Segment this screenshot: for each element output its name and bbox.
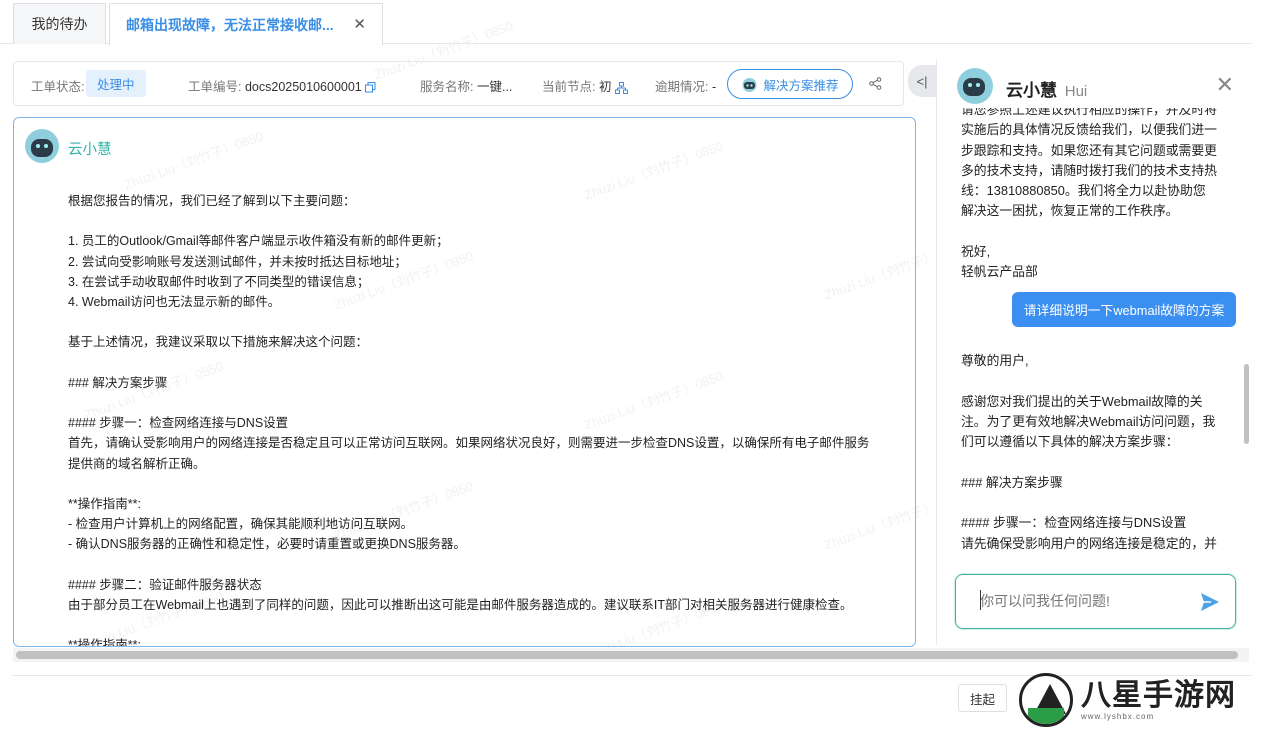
assistant-avatar — [25, 129, 59, 163]
solution-recommend-button[interactable]: 解决方案推荐 — [727, 69, 853, 99]
text-line — [68, 474, 888, 494]
tab-bar: 我的待办 邮箱出现故障，无法正常接收邮... ✕ — [0, 0, 1252, 45]
tab-close-icon[interactable]: ✕ — [353, 15, 366, 33]
text-line — [961, 452, 1217, 472]
text-line: 解决这一困扰，恢复正常的工作秩序。 — [961, 203, 1179, 219]
text-line: 尊敬的用户, — [961, 353, 1029, 368]
ticket-number: docs2025010600001 — [244, 80, 362, 94]
text-cursor — [980, 590, 981, 610]
text-line: 3. 在尝试手动收取邮件时收到了不同类型的错误信息； — [68, 274, 370, 289]
text-line — [961, 493, 1217, 513]
flow-icon[interactable] — [614, 81, 628, 94]
text-line — [68, 353, 888, 373]
status-field: 工单状态: — [31, 76, 84, 95]
number-label: 工单编号: — [188, 80, 242, 94]
scrollbar-thumb[interactable] — [16, 651, 1238, 659]
text-line: 注。为了更有效地解决Webmail访问问题，我 — [961, 413, 1216, 429]
chat-scrollbar[interactable] — [1244, 364, 1249, 444]
text-line: **操作指南**: — [68, 496, 141, 511]
text-line: 基于上述情况，我建议采取以下措施来解决这个问题： — [68, 335, 369, 350]
assistant-message: 请您参照上述建议执行相应的操作，并及时将实施后的具体情况反馈给我们，以便我们进一… — [961, 108, 1217, 283]
overdue-field: 逾期情况: - — [655, 76, 716, 95]
share-icon[interactable] — [869, 77, 882, 90]
panel-avatar — [957, 68, 993, 104]
logo-subtext: www.lyshbx.com — [1081, 711, 1155, 721]
status-badge: 处理中 — [86, 70, 146, 97]
status-label: 工单状态: — [31, 80, 85, 94]
text-line: #### 步骤二：验证邮件服务器状态 — [68, 577, 262, 592]
text-line — [68, 615, 888, 635]
text-line: 由于部分员工在Webmail上也遇到了同样的问题，因此可以推断出这可能是由邮件服… — [68, 597, 853, 612]
tab-ticket[interactable]: 邮箱出现故障，无法正常接收邮... ✕ — [109, 3, 383, 45]
ticket-info-bar: 工单状态: 处理中 工单编号: docs2025010600001 服务名称: … — [13, 61, 904, 106]
text-line — [68, 312, 888, 332]
overdue-label: 逾期情况: — [655, 80, 709, 94]
text-line: 实施后的具体情况反馈给我们，以便我们进一 — [961, 122, 1217, 138]
chat-input[interactable] — [980, 590, 1180, 612]
text-line: #### 步骤一：检查网络连接与DNS设置 — [68, 416, 289, 431]
text-line: - 检查用户计算机上的网络配置，确保其能顺利地访问互联网。 — [68, 517, 414, 532]
close-icon[interactable]: ✕ — [1216, 72, 1234, 98]
node-label: 当前节点: — [542, 80, 596, 94]
text-line: 首先，请确认受影响用户的网络连接是否稳定且可以正常访问互联网。如果网络状况良好，… — [68, 436, 870, 451]
robot-icon — [742, 77, 757, 92]
solution-recommend-label: 解决方案推荐 — [763, 78, 839, 93]
text-line: 请先确保受影响用户的网络连接是稳定的，并 — [961, 535, 1217, 551]
text-line: 提供商的域名解析正确。 — [68, 456, 206, 471]
text-line: 轻帆云产品部 — [961, 264, 1038, 280]
service-name: 一键... — [476, 80, 513, 94]
text-line: - 确认DNS服务器的正确性和稳定性，必要时请重置或更换DNS服务器。 — [68, 537, 466, 552]
text-line: 请您参照上述建议执行相应的操作，并及时将 — [961, 108, 1217, 117]
text-line: ### 解决方案步骤 — [961, 474, 1063, 490]
text-line: #### 步骤一：检查网络连接与DNS设置 — [961, 515, 1187, 531]
tab-ticket-label: 邮箱出现故障，无法正常接收邮... — [126, 16, 334, 33]
text-line: **操作指南**: — [68, 638, 141, 647]
node-field: 当前节点: 初 — [542, 76, 628, 95]
text-line: 1. 员工的Outlook/Gmail等邮件客户端显示收件箱没有新的邮件更新； — [68, 234, 449, 249]
text-line: 们可以遵循以下具体的解决方案步骤： — [961, 434, 1179, 450]
text-line: 祝好, — [961, 244, 991, 260]
send-icon[interactable] — [1198, 590, 1222, 614]
app-window: Zhuzi Liu（刘竹子）0850 Zhuzi Liu（刘竹子）0850 Zh… — [0, 0, 1265, 731]
chat-messages[interactable]: 请您参照上述建议执行相应的操作，并及时将实施后的具体情况反馈给我们，以便我们进一… — [937, 108, 1253, 554]
user-message: 请详细说明一下webmail故障的方案 — [1012, 292, 1236, 327]
service-label: 服务名称: — [420, 80, 474, 94]
site-logo: 八星手游网 www.lyshbx.com — [1019, 672, 1259, 728]
overdue-value: - — [711, 80, 717, 94]
hang-up-button[interactable]: 挂起 — [958, 684, 1007, 712]
service-field: 服务名称: 一键... — [420, 76, 512, 95]
assistant-chat-panel: 云小慧 Hui ✕ 请您参照上述建议执行相应的操作，并及时将实施后的具体情况反馈… — [936, 60, 1252, 645]
answer-content: 根据您报告的情况，我们已经了解到以下主要问题： 1. 员工的Outlook/Gma… — [68, 191, 888, 647]
logo-mark-icon — [1019, 673, 1073, 727]
assistant-name: 云小慧 — [68, 142, 112, 158]
text-line — [68, 555, 888, 575]
text-line: 4. Webmail访问也无法显示新的邮件。 — [68, 295, 281, 309]
text-line: 线：13810880850。我们将全力以赴协助您 — [961, 183, 1206, 199]
text-line: 根据您报告的情况，我们已经了解到以下主要问题： — [68, 194, 356, 208]
text-line — [68, 211, 888, 231]
text-line: ### 解决方案步骤 — [68, 375, 168, 390]
text-line — [68, 393, 888, 413]
assistant-answer-card: 云小慧 根据您报告的情况，我们已经了解到以下主要问题： 1. 员工的Outlook… — [13, 117, 916, 647]
text-line: 多的技术支持，请随时拨打我们的技术支持热 — [961, 162, 1217, 178]
chat-input-box[interactable] — [955, 574, 1236, 629]
node-value: 初 — [598, 80, 612, 94]
text-line: 步跟踪和支持。如果您还有其它问题或需要更 — [961, 142, 1217, 158]
horizontal-scrollbar[interactable] — [13, 648, 1249, 662]
text-line: 2. 尝试向受影响账号发送测试邮件，并未按时抵达目标地址； — [68, 254, 407, 269]
number-field: 工单编号: docs2025010600001 — [188, 76, 376, 95]
collapse-icon: <| — [916, 73, 928, 89]
assistant-message: 尊敬的用户, 感谢您对我们提出的关于Webmail故障的关 注。为了更有效地解决We… — [961, 351, 1217, 554]
tab-my-todo[interactable]: 我的待办 — [13, 3, 106, 44]
panel-title: 云小慧 Hui — [1006, 76, 1087, 101]
panel-collapse-button[interactable]: <| — [908, 65, 936, 97]
text-line — [961, 222, 1217, 242]
panel-title-cn: 云小慧 — [1006, 81, 1057, 100]
text-line: 感谢您对我们提出的关于Webmail故障的关 — [961, 393, 1203, 409]
text-line — [961, 371, 1217, 391]
copy-icon[interactable] — [365, 82, 376, 93]
logo-text: 八星手游网 — [1081, 678, 1236, 712]
logo-text-group: 八星手游网 www.lyshbx.com — [1073, 678, 1236, 721]
panel-title-en: Hui — [1064, 83, 1088, 100]
